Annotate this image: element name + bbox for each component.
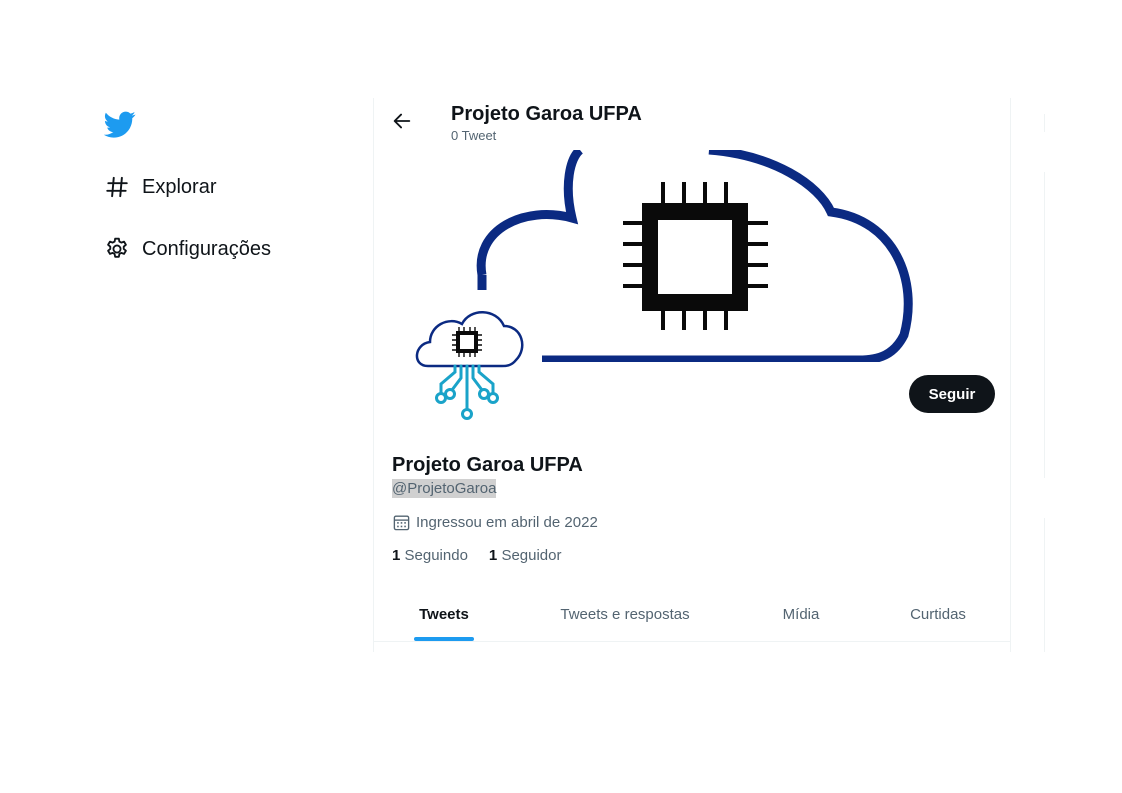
arrow-left-icon[interactable]	[391, 110, 413, 132]
profile-header-bar: Projeto Garoa UFPA 0 Tweet	[374, 98, 1010, 150]
active-tab-indicator	[414, 637, 474, 641]
calendar-icon	[392, 513, 411, 532]
follow-counts: 1 Seguindo 1 Seguidor	[392, 547, 582, 564]
profile-handle: @ProjetoGaroa	[392, 479, 497, 498]
right-column-divider	[1044, 172, 1045, 478]
tab-curtidas[interactable]: Curtidas	[896, 588, 980, 641]
twitter-bird-icon[interactable]	[103, 108, 136, 140]
page-title: Projeto Garoa UFPA	[451, 103, 642, 125]
sidebar-item-configuracoes[interactable]: Configurações	[96, 229, 271, 269]
profile-name: Projeto Garoa UFPA	[392, 454, 583, 476]
profile-column: Projeto Garoa UFPA 0 Tweet Seguir Projet…	[373, 98, 1011, 652]
tab-tweets-e-respostas[interactable]: Tweets e respostas	[544, 588, 706, 641]
follow-button[interactable]: Seguir	[909, 375, 995, 413]
avatar[interactable]	[404, 298, 538, 432]
followers-count: 1	[488, 547, 498, 564]
sidebar-item-label: Configurações	[142, 237, 271, 260]
tab-midia[interactable]: Mídia	[766, 588, 836, 641]
tweet-count: 0 Tweet	[451, 128, 497, 143]
following-count: 1	[392, 547, 401, 564]
right-column-divider	[1044, 518, 1045, 652]
join-date: Ingressou em abril de 2022	[392, 513, 598, 532]
gear-icon	[96, 235, 142, 263]
following-link[interactable]: 1 Seguindo	[392, 547, 468, 564]
join-date-text: Ingressou em abril de 2022	[416, 514, 598, 531]
hashtag-icon	[96, 173, 142, 201]
cloud-chip-circuit-icon	[415, 311, 524, 420]
followers-label: Seguidor	[501, 547, 562, 564]
profile-tabs: Tweets Tweets e respostas Mídia Curtidas	[374, 588, 1010, 642]
tab-tweets[interactable]: Tweets	[402, 588, 486, 641]
sidebar-item-label: Explorar	[142, 175, 217, 198]
right-column-divider	[1044, 114, 1045, 132]
followers-link[interactable]: 1 Seguidor	[489, 547, 562, 564]
sidebar-item-explorar[interactable]: Explorar	[96, 167, 216, 207]
following-label: Seguindo	[404, 547, 468, 564]
